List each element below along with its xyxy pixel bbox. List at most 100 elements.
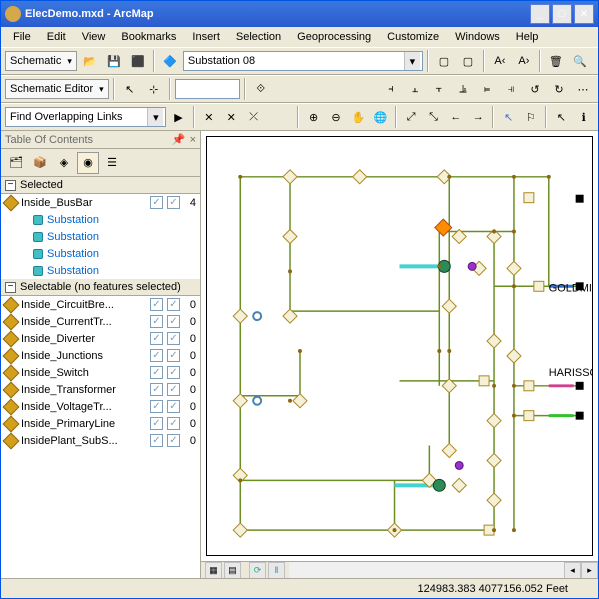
selectable-checkbox[interactable]: ✓	[150, 417, 163, 430]
align-middle-icon[interactable]: ⫢	[476, 78, 498, 100]
visible-checkbox[interactable]: ✓	[167, 349, 180, 362]
selectable-checkbox[interactable]: ✓	[150, 196, 163, 209]
chevron-down-icon[interactable]: ▾	[147, 108, 163, 126]
selected-section-header[interactable]: − Selected	[1, 177, 200, 194]
list-source-icon[interactable]: 📦	[29, 152, 51, 174]
list-drawing-order-icon[interactable]: 🗂	[5, 152, 27, 174]
minimize-button[interactable]: _	[530, 4, 550, 24]
full-extent-icon[interactable]: 🌐	[371, 106, 391, 128]
chevron-down-icon[interactable]: ▾	[404, 52, 420, 70]
layer-row[interactable]: Inside_VoltageTr...✓✓0	[1, 398, 200, 415]
pin-icon[interactable]: 📌	[172, 133, 186, 146]
selectable-checkbox[interactable]: ✓	[150, 400, 163, 413]
menu-windows[interactable]: Windows	[447, 29, 508, 45]
visible-checkbox[interactable]: ✓	[167, 315, 180, 328]
substation-item[interactable]: Substation	[1, 245, 200, 262]
collapse-icon[interactable]: −	[5, 282, 16, 293]
layer-row[interactable]: Inside_CurrentTr...✓✓0	[1, 313, 200, 330]
decrease-symbol-icon[interactable]: A‹	[489, 50, 511, 72]
tool-icon-2[interactable]: ▢	[457, 50, 479, 72]
options-icon[interactable]: ☰	[101, 152, 123, 174]
selectable-checkbox[interactable]: ✓	[150, 332, 163, 345]
zoom-in-icon[interactable]: ⊕	[303, 106, 323, 128]
open-diagram-icon[interactable]: 📂	[79, 50, 101, 72]
menu-bookmarks[interactable]: Bookmarks	[113, 29, 184, 45]
layer-row[interactable]: Inside_PrimaryLine✓✓0	[1, 415, 200, 432]
layer-row[interactable]: Inside_Transformer✓✓0	[1, 381, 200, 398]
edge-icon-3[interactable]: ⤫	[243, 106, 263, 128]
clear-selection-icon[interactable]: ⚐	[521, 106, 541, 128]
layout-view-icon[interactable]: ▤	[224, 562, 241, 579]
collapse-icon[interactable]: −	[5, 180, 16, 191]
rotate-right-icon[interactable]: ↻	[548, 78, 570, 100]
pause-icon[interactable]: ‖	[268, 562, 285, 579]
select-features-icon[interactable]: ↖	[498, 106, 518, 128]
prev-extent-icon[interactable]: ←	[446, 106, 466, 128]
menu-help[interactable]: Help	[508, 29, 547, 45]
h-scrollbar[interactable]	[289, 562, 564, 579]
selectable-checkbox[interactable]: ✓	[150, 298, 163, 311]
align-left-icon[interactable]: ⫞	[380, 78, 402, 100]
visible-checkbox[interactable]: ✓	[167, 383, 180, 396]
increase-symbol-icon[interactable]: A›	[513, 50, 535, 72]
menu-geoprocessing[interactable]: Geoprocessing	[289, 29, 379, 45]
maximize-button[interactable]: □	[552, 4, 572, 24]
menu-customize[interactable]: Customize	[379, 29, 447, 45]
layer-row[interactable]: Inside_Junctions✓✓0	[1, 347, 200, 364]
menu-view[interactable]: View	[74, 29, 114, 45]
menu-selection[interactable]: Selection	[228, 29, 289, 45]
visible-checkbox[interactable]: ✓	[167, 366, 180, 379]
rotate-left-icon[interactable]: ↺	[524, 78, 546, 100]
visible-checkbox[interactable]: ✓	[167, 434, 180, 447]
align-right-icon[interactable]: ⫟	[428, 78, 450, 100]
visible-checkbox[interactable]: ✓	[167, 400, 180, 413]
map-canvas-wrap[interactable]: GOLDMINE HARISSON	[201, 131, 598, 561]
select-elements-icon-2[interactable]: ↖	[551, 106, 571, 128]
refresh-icon[interactable]: ⟳	[249, 562, 266, 579]
propagate-icon[interactable]: 🔷	[159, 50, 181, 72]
find-combo[interactable]: Find Overlapping Links ▾	[5, 107, 166, 127]
data-view-icon[interactable]: ▦	[205, 562, 222, 579]
next-extent-icon[interactable]: →	[468, 106, 488, 128]
close-toc-icon[interactable]: ×	[190, 134, 196, 146]
tool-icon-1[interactable]: ▢	[433, 50, 455, 72]
selectable-checkbox[interactable]: ✓	[150, 349, 163, 362]
zoom-out-icon[interactable]: ⊖	[326, 106, 346, 128]
substation-item[interactable]: Substation	[1, 262, 200, 279]
visible-checkbox[interactable]: ✓	[167, 417, 180, 430]
generate-icon[interactable]: ⬛	[127, 50, 149, 72]
menu-file[interactable]: File	[5, 29, 39, 45]
visible-checkbox[interactable]: ✓	[167, 332, 180, 345]
selectable-checkbox[interactable]: ✓	[150, 366, 163, 379]
move-icon[interactable]: ⊹	[143, 78, 165, 100]
identify-icon[interactable]: ℹ	[574, 106, 594, 128]
list-selection-icon[interactable]: ◉	[77, 152, 99, 174]
align-top-icon[interactable]: ⫡	[452, 78, 474, 100]
selectable-checkbox[interactable]: ✓	[150, 383, 163, 396]
layer-row[interactable]: InsidePlant_SubS...✓✓0	[1, 432, 200, 449]
layer-row[interactable]: Inside_Diverter✓✓0	[1, 330, 200, 347]
substation-item[interactable]: Substation	[1, 228, 200, 245]
layer-row[interactable]: Inside_CircuitBre...✓✓0	[1, 296, 200, 313]
extent-out-icon[interactable]: ⤡	[423, 106, 443, 128]
pan-icon[interactable]: ✋	[348, 106, 368, 128]
list-visibility-icon[interactable]: ◈	[53, 152, 75, 174]
close-button[interactable]: ×	[574, 4, 594, 24]
substation-item[interactable]: Substation	[1, 211, 200, 228]
diagram-combo[interactable]: Substation 08 ▾	[183, 51, 423, 71]
menu-insert[interactable]: Insert	[184, 29, 228, 45]
schematic-editor-dropdown[interactable]: Schematic Editor	[5, 79, 109, 99]
edge-icon-2[interactable]: ✕	[221, 106, 241, 128]
layout-task-icon[interactable]: ⟐	[250, 78, 272, 100]
remove-layer-icon[interactable]: 🗑	[545, 50, 567, 72]
visible-checkbox[interactable]: ✓	[167, 196, 180, 209]
scroll-right-icon[interactable]: ▸	[581, 562, 598, 579]
scroll-left-icon[interactable]: ◂	[564, 562, 581, 579]
align-bottom-icon[interactable]: ⫣	[500, 78, 522, 100]
search-icon[interactable]: 🔍	[569, 50, 591, 72]
selectable-checkbox[interactable]: ✓	[150, 434, 163, 447]
select-elements-icon[interactable]: ↖	[119, 78, 141, 100]
additional-icon[interactable]: ⋯	[572, 78, 594, 100]
execute-icon[interactable]: ▶	[168, 106, 188, 128]
save-edits-icon[interactable]: 💾	[103, 50, 125, 72]
